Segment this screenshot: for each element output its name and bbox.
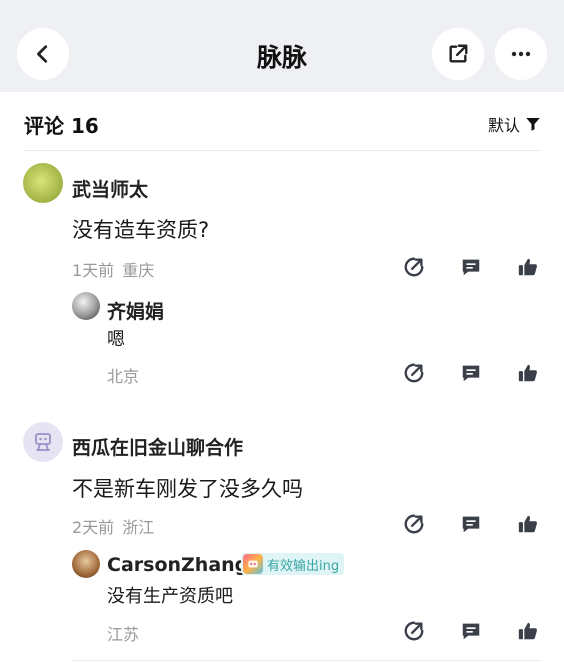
share-button[interactable]	[432, 28, 484, 80]
reply-author[interactable]: 齐娟娟	[107, 297, 164, 324]
like-button[interactable]	[516, 619, 540, 643]
comment-text: 没有造车资质?	[72, 218, 210, 242]
forward-icon	[404, 621, 424, 641]
forward-button[interactable]	[402, 361, 426, 385]
default-avatar-icon	[35, 433, 51, 451]
sort-label: 默认	[487, 116, 520, 135]
forward-button[interactable]	[402, 255, 426, 279]
comments-header: 评论 16 默认	[0, 92, 564, 152]
forward-button[interactable]	[402, 619, 426, 643]
reply-text: 嗯	[107, 329, 125, 350]
reply-location: 北京	[107, 367, 140, 386]
forward-icon	[404, 257, 424, 277]
reply-author[interactable]: CarsonZhang	[107, 554, 248, 576]
top-nav-bar: 脉脉	[0, 0, 564, 92]
comment-author[interactable]: 西瓜在旧金山聊合作	[72, 433, 243, 460]
divider	[72, 660, 542, 661]
forward-icon	[404, 363, 424, 383]
avatar[interactable]	[72, 292, 100, 320]
comment-time: 1天前	[72, 261, 115, 280]
reply-icon	[462, 623, 480, 640]
forward-icon	[404, 514, 424, 534]
comments-count: 评论 16	[24, 114, 99, 138]
share-icon	[449, 44, 468, 63]
more-button[interactable]	[495, 28, 547, 80]
user-badge: 有效输出ing	[241, 553, 345, 575]
reply-text: 没有生产资质吧	[107, 586, 233, 607]
reply-location: 江苏	[107, 625, 140, 644]
comment-meta: 2天前 浙江	[72, 514, 154, 538]
reply-icon	[462, 365, 480, 382]
reply-icon	[462, 516, 480, 533]
comment-time: 2天前	[72, 518, 115, 537]
reply-button[interactable]	[459, 255, 483, 279]
reply-button[interactable]	[459, 619, 483, 643]
like-icon	[518, 258, 537, 276]
like-icon	[518, 622, 537, 640]
like-icon	[518, 364, 537, 382]
comment-location: 重庆	[122, 261, 155, 280]
more-icon	[511, 51, 531, 57]
avatar[interactable]	[72, 550, 100, 578]
comment-text: 不是新车刚发了没多久吗	[72, 477, 303, 501]
like-button[interactable]	[516, 255, 540, 279]
avatar[interactable]	[23, 422, 63, 462]
sort-dropdown[interactable]: 默认	[488, 112, 542, 136]
comment-location: 浙江	[122, 518, 155, 537]
like-button[interactable]	[516, 512, 540, 536]
reply-button[interactable]	[459, 361, 483, 385]
divider	[24, 150, 542, 151]
comment-author[interactable]: 武当师太	[72, 175, 148, 202]
like-button[interactable]	[516, 361, 540, 385]
comment-meta: 1天前 重庆	[72, 257, 154, 281]
badge-label: 有效输出ing	[267, 558, 340, 574]
reply-button[interactable]	[459, 512, 483, 536]
forward-button[interactable]	[402, 512, 426, 536]
like-icon	[518, 515, 537, 533]
reply-icon	[462, 259, 480, 276]
filter-icon	[526, 118, 540, 131]
badge-icon	[243, 554, 263, 574]
avatar[interactable]	[23, 163, 63, 203]
